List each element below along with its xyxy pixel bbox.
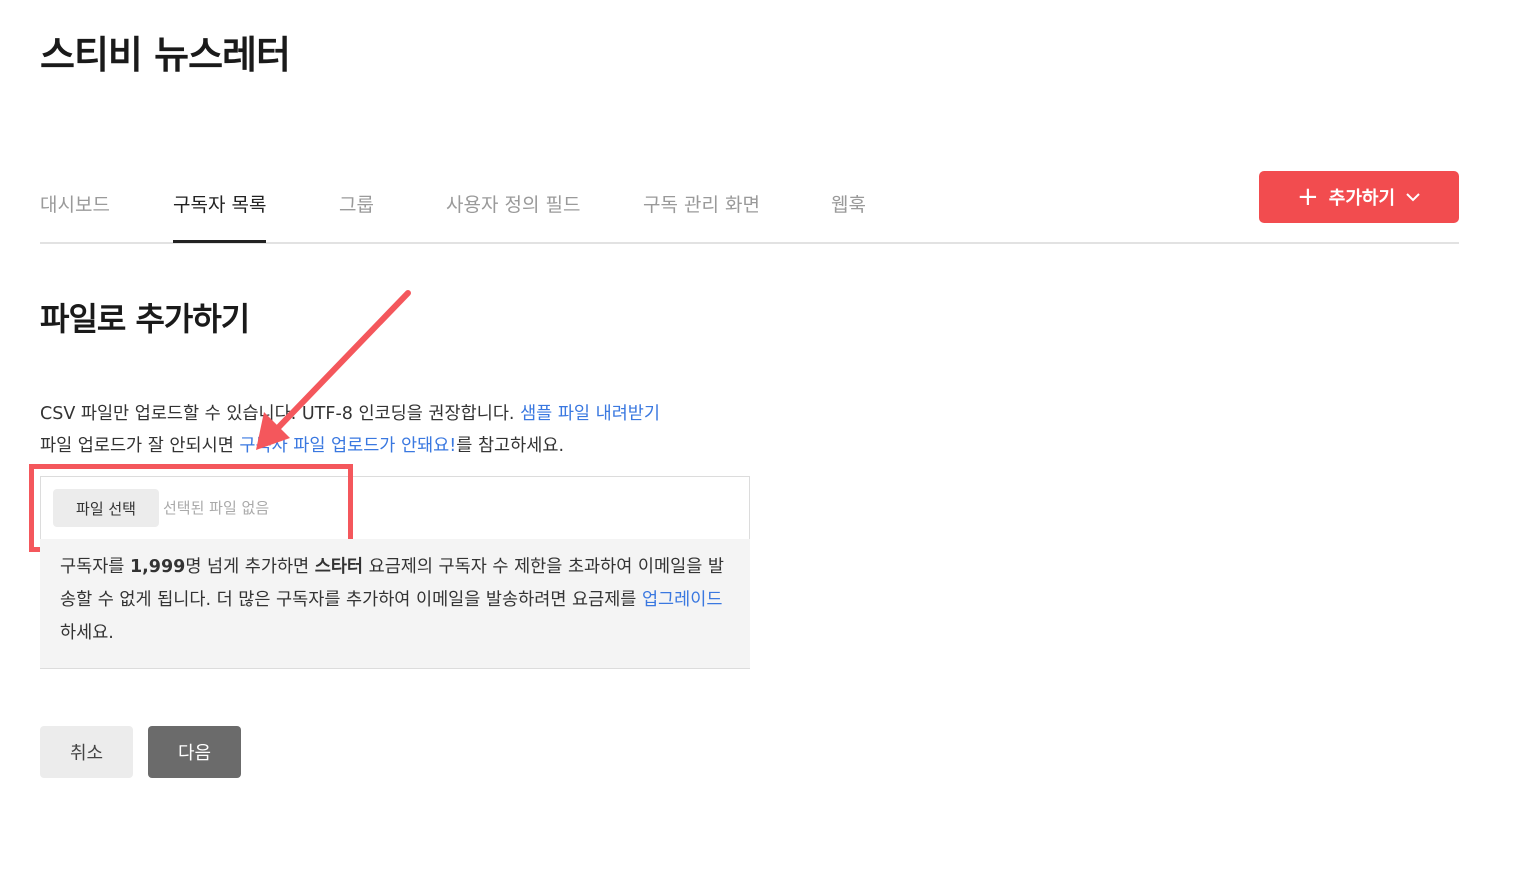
tab-custom-fields[interactable]: 사용자 정의 필드 xyxy=(446,190,580,242)
notice-text: 구독자를 xyxy=(60,557,130,577)
page-title: 스티비 뉴스레터 xyxy=(40,33,291,77)
upload-help-link[interactable]: 구독자 파일 업로드가 안돼요! xyxy=(239,436,456,456)
tab-groups[interactable]: 그룹 xyxy=(339,190,374,242)
description-line-1: CSV 파일만 업로드할 수 있습니다. UTF-8 인코딩을 권장합니다. 샘… xyxy=(40,398,660,430)
description-line-2: 파일 업로드가 잘 안되시면 구독자 파일 업로드가 안돼요!를 참고하세요. xyxy=(40,430,660,462)
add-button[interactable]: + 추가하기 xyxy=(1259,171,1459,223)
sample-file-download-link[interactable]: 샘플 파일 내려받기 xyxy=(520,404,660,424)
tab-dashboard[interactable]: 대시보드 xyxy=(40,190,110,242)
tab-subscription-page[interactable]: 구독 관리 화면 xyxy=(643,190,760,242)
file-input: 파일 선택 선택된 파일 없음 xyxy=(40,476,750,540)
tab-webhooks[interactable]: 웹훅 xyxy=(831,190,866,242)
add-button-label: 추가하기 xyxy=(1328,188,1396,209)
plus-icon: + xyxy=(1296,182,1319,212)
upgrade-link[interactable]: 업그레이드 xyxy=(642,590,723,610)
tab-bar: 대시보드 구독자 목록 그룹 사용자 정의 필드 구독 관리 화면 웹훅 + 추… xyxy=(40,168,1459,244)
description-text: CSV 파일만 업로드할 수 있습니다. UTF-8 인코딩을 권장합니다. xyxy=(40,404,515,424)
choose-file-button[interactable]: 파일 선택 xyxy=(53,489,159,527)
cancel-button[interactable]: 취소 xyxy=(40,726,133,778)
notice-text: 하세요. xyxy=(60,623,114,643)
file-status: 선택된 파일 없음 xyxy=(163,499,270,517)
section-title: 파일로 추가하기 xyxy=(40,300,250,338)
notice-count: 1,999 xyxy=(129,557,186,577)
next-button[interactable]: 다음 xyxy=(148,726,241,778)
notice-text: 명 넘게 추가하면 xyxy=(185,557,315,577)
subscriber-limit-notice: 구독자를 1,999명 넘게 추가하면 스타터 요금제의 구독자 수 제한을 초… xyxy=(40,539,750,669)
help-suffix: 를 참고하세요. xyxy=(456,436,565,456)
chevron-down-icon xyxy=(1406,193,1420,202)
upload-description: CSV 파일만 업로드할 수 있습니다. UTF-8 인코딩을 권장합니다. 샘… xyxy=(40,398,660,462)
help-prefix: 파일 업로드가 잘 안되시면 xyxy=(40,436,234,456)
notice-plan: 스타터 xyxy=(314,557,364,577)
tab-subscriber-list[interactable]: 구독자 목록 xyxy=(173,190,267,243)
